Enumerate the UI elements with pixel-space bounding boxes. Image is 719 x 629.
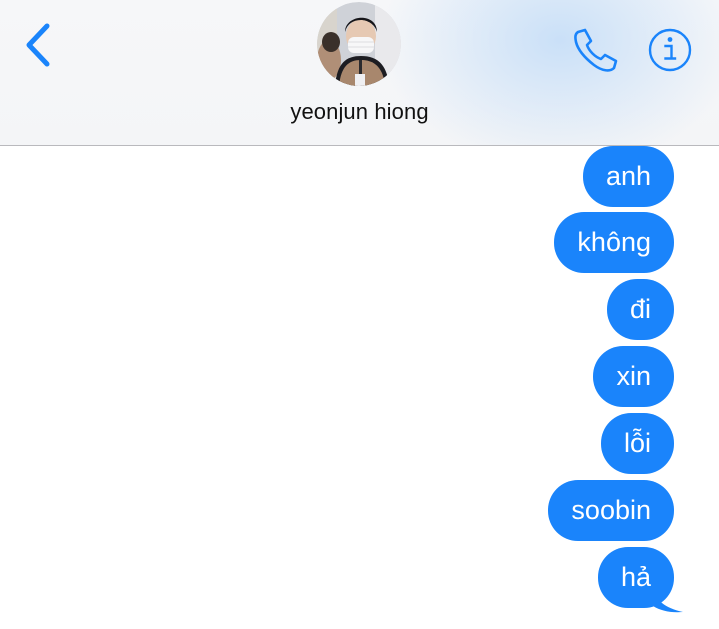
message-bubble[interactable]: soobin [548, 480, 674, 541]
message-bubble[interactable]: đi [606, 279, 674, 340]
avatar-photo [317, 2, 401, 86]
call-button[interactable] [570, 26, 620, 74]
message-bubble[interactable]: lỗi [600, 413, 674, 474]
message-bubble[interactable]: anh [582, 146, 674, 207]
message-bubble[interactable]: không [554, 212, 674, 273]
conversation-screen: yeonjun hiong anh không đi xin lỗi soobi… [0, 0, 719, 629]
contact-avatar[interactable] [317, 2, 401, 86]
info-button[interactable] [647, 27, 693, 73]
chevron-left-icon [26, 23, 50, 67]
message-list[interactable]: anh không đi xin lỗi soobin hả [0, 146, 719, 629]
conversation-header: yeonjun hiong [0, 0, 719, 146]
phone-icon [574, 28, 618, 72]
info-icon [648, 28, 692, 72]
bubble-tail [653, 588, 683, 613]
back-button[interactable] [18, 22, 58, 70]
message-bubble[interactable]: xin [593, 346, 674, 407]
contact-name[interactable]: yeonjun hiong [0, 99, 719, 125]
